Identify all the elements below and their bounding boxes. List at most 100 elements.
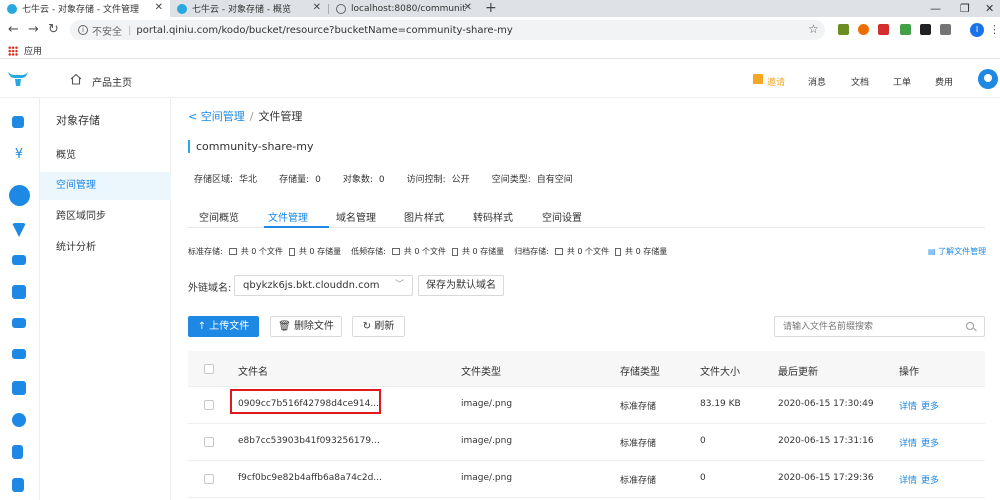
- close-window-icon[interactable]: ✕: [985, 0, 994, 17]
- new-tab-button[interactable]: +: [485, 0, 497, 17]
- tab-transcode-styles[interactable]: 转码样式: [473, 209, 513, 224]
- maximize-icon[interactable]: ❐: [960, 0, 970, 17]
- tickets-link[interactable]: 工单: [893, 75, 911, 88]
- tab-domain-management[interactable]: 域名管理: [336, 209, 376, 224]
- bucket-tabs: 空间概览 文件管理 域名管理 图片样式 转码样式 空间设置: [188, 206, 985, 228]
- extension-icon[interactable]: [920, 24, 931, 35]
- bookmark-star-icon[interactable]: ☆: [808, 22, 819, 36]
- upload-file-button[interactable]: ↑ 上传文件: [188, 316, 259, 337]
- row-checkbox[interactable]: [204, 437, 214, 447]
- refresh-icon: ↻: [362, 321, 375, 332]
- upload-arrow-icon: ↑: [197, 321, 210, 332]
- more-link[interactable]: 更多: [921, 399, 939, 412]
- info-icon[interactable]: i: [78, 25, 88, 35]
- extension-icon[interactable]: [940, 24, 951, 35]
- file-name[interactable]: f9cf0bc9e82b4affb6a8a74c2d...: [238, 473, 382, 483]
- tab-bucket-overview[interactable]: 空间概览: [199, 209, 239, 224]
- bucket-type-label: 空间类型:: [491, 175, 531, 185]
- bucket-type-value: 自有空间: [536, 175, 573, 185]
- user-avatar[interactable]: [978, 69, 998, 89]
- video-icon[interactable]: [12, 318, 26, 328]
- learn-file-management-link[interactable]: ▤ 了解文件管理: [928, 246, 986, 257]
- omnibox[interactable]: i 不安全 | portal.qiniu.com/kodo/bucket/res…: [70, 20, 825, 40]
- browser-tab-localhost[interactable]: localhost:8080/community/sha ✕: [329, 0, 479, 17]
- profile-avatar[interactable]: I: [970, 23, 984, 37]
- settings-sliders-icon[interactable]: [12, 349, 26, 359]
- more-link[interactable]: 更多: [921, 473, 939, 486]
- table-row[interactable]: f9cf0bc9e82b4affb6a8a74c2d... image/.png…: [188, 461, 985, 498]
- kodo-icon[interactable]: [12, 116, 24, 128]
- file-name[interactable]: e8b7cc53903b41f093256179...: [238, 436, 380, 446]
- storage-type: 标准存储: [620, 402, 657, 412]
- play-icon[interactable]: [12, 381, 26, 395]
- file-search-box[interactable]: [774, 316, 985, 337]
- file-size: 83.19 KB: [700, 399, 741, 409]
- more-link[interactable]: 更多: [921, 436, 939, 449]
- objects-value: 0: [378, 175, 385, 185]
- billing-yen-icon[interactable]: ¥: [12, 148, 26, 162]
- close-tab-icon[interactable]: ✕: [464, 2, 472, 13]
- apps-grid-icon[interactable]: [8, 45, 18, 56]
- infrequent-storage-summary: 低频存储: 共 0 个文件 共 0 存储量: [351, 246, 504, 257]
- table-row[interactable]: e8b7cc53903b41f093256179... image/.png 标…: [188, 424, 985, 461]
- breadcrumb-back-link[interactable]: < 空间管理: [188, 110, 245, 123]
- main-content: < 空间管理 / 文件管理 community-share-my 存储区域: 华北 存…: [171, 98, 1000, 500]
- browser-tab-overview[interactable]: 七牛云 - 对象存储 - 概览 ✕: [170, 0, 328, 17]
- bag-icon[interactable]: [12, 478, 24, 492]
- minimize-icon[interactable]: —: [930, 0, 941, 17]
- messages-link[interactable]: 消息: [808, 75, 826, 88]
- live-tv-icon[interactable]: [12, 285, 26, 299]
- extension-icon[interactable]: [858, 24, 869, 35]
- extension-icon[interactable]: [900, 24, 911, 35]
- qiniu-favicon-icon: [177, 3, 187, 14]
- forward-arrow-icon[interactable]: →: [28, 22, 39, 38]
- browser-tab-file-manager[interactable]: 七牛云 - 对象存储 - 文件管理 ✕: [0, 0, 170, 17]
- close-tab-icon[interactable]: ✕: [313, 2, 321, 13]
- menu-kebab-icon[interactable]: ⋮: [989, 23, 1000, 36]
- row-checkbox[interactable]: [204, 474, 214, 484]
- address-bar-row: ← → ↻ i 不安全 | portal.qiniu.com/kodo/buck…: [0, 17, 1000, 43]
- object-storage-active-icon[interactable]: [9, 185, 30, 206]
- row-checkbox[interactable]: [204, 400, 214, 410]
- detail-link[interactable]: 详情: [899, 436, 917, 449]
- sidebar-item-bucket-management[interactable]: 空间管理: [40, 172, 171, 200]
- reload-icon[interactable]: ↻: [48, 22, 59, 38]
- billing-link[interactable]: 费用: [935, 75, 953, 88]
- tab-file-management[interactable]: 文件管理: [268, 209, 308, 224]
- close-tab-icon[interactable]: ✕: [155, 2, 163, 13]
- compute-icon[interactable]: [12, 255, 26, 265]
- url-text[interactable]: portal.qiniu.com/kodo/bucket/resource?bu…: [136, 25, 512, 36]
- detail-link[interactable]: 详情: [899, 399, 917, 412]
- tab-bucket-settings[interactable]: 空间设置: [542, 209, 582, 224]
- learn-link-label: 了解文件管理: [938, 247, 987, 256]
- qiniu-favicon-icon: [7, 3, 17, 14]
- extension-icon[interactable]: [878, 24, 889, 35]
- file-size: 0: [700, 473, 706, 483]
- app-header: 产品主页 邀请 消息 文档 工单 费用: [0, 60, 1000, 98]
- document-icon: ▤: [928, 247, 939, 256]
- file-search-input[interactable]: [775, 317, 955, 336]
- objects-label: 对象数:: [342, 175, 373, 185]
- sidebar-item-cross-region-sync[interactable]: 跨区域同步: [40, 203, 171, 231]
- cloud-icon[interactable]: [12, 413, 26, 427]
- save-default-domain-button[interactable]: 保存为默认域名: [418, 275, 504, 296]
- back-arrow-icon[interactable]: ←: [8, 22, 19, 38]
- clipboard-icon[interactable]: [12, 445, 23, 459]
- product-home-link[interactable]: 产品主页: [92, 74, 132, 89]
- docs-link[interactable]: 文档: [851, 75, 869, 88]
- qiniu-logo-icon[interactable]: [7, 70, 29, 88]
- detail-link[interactable]: 详情: [899, 473, 917, 486]
- sidebar-item-overview[interactable]: 概览: [40, 142, 171, 170]
- sidebar-item-statistics[interactable]: 统计分析: [40, 234, 171, 262]
- apps-bookmark[interactable]: 应用: [24, 44, 42, 57]
- upload-label: 上传文件: [209, 321, 250, 332]
- refresh-button[interactable]: ↻ 刷新: [352, 316, 405, 337]
- cdn-icon[interactable]: [12, 223, 26, 237]
- extension-icon[interactable]: [838, 24, 849, 35]
- domain-select[interactable]: qbykzk6js.bkt.clouddn.com ﹀: [234, 275, 413, 296]
- tab-image-styles[interactable]: 图片样式: [404, 209, 444, 224]
- invite-link[interactable]: 邀请: [767, 75, 785, 88]
- select-all-checkbox[interactable]: [204, 364, 214, 374]
- delete-file-button[interactable]: 🗑 删除文件: [270, 316, 342, 337]
- search-icon[interactable]: [966, 322, 974, 330]
